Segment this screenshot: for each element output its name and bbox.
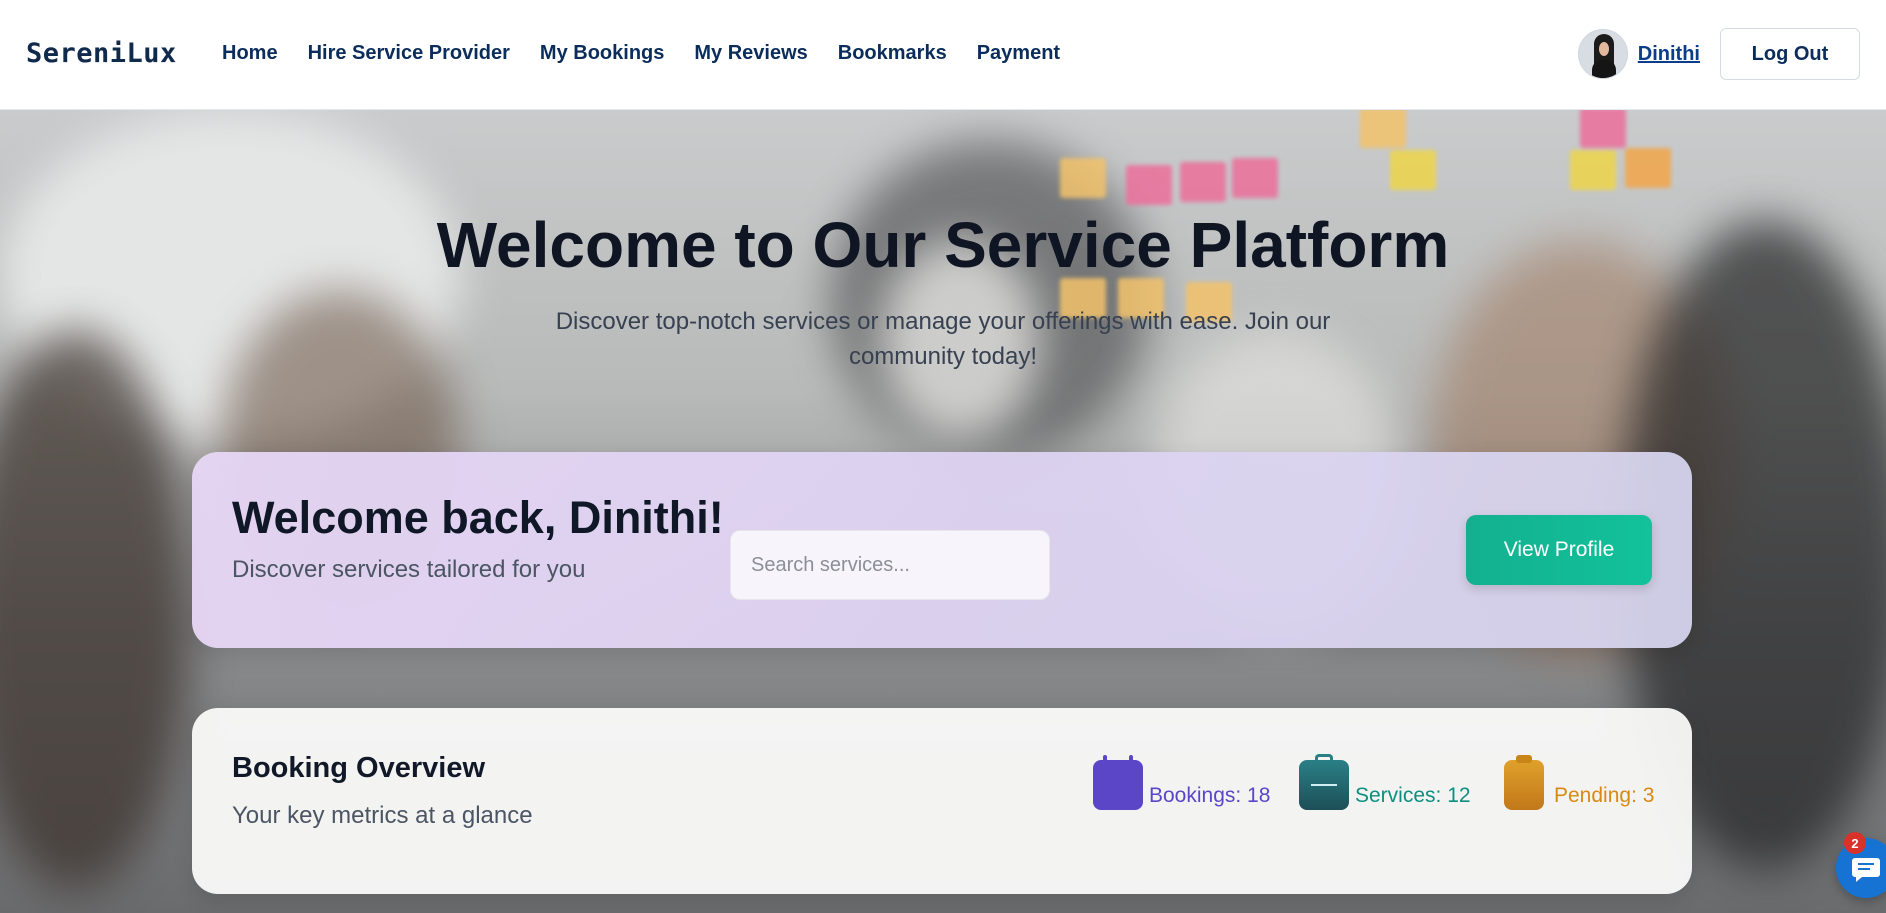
- metric-pending: Pending: 3: [1504, 755, 1655, 810]
- welcome-card: Welcome back, Dinithi! Discover services…: [192, 452, 1692, 648]
- briefcase-icon: [1299, 754, 1349, 810]
- nav-my-bookings[interactable]: My Bookings: [540, 42, 664, 65]
- hero-title: Welcome to Our Service Platform: [436, 209, 1450, 281]
- hero-subtitle: Discover top-notch services or manage yo…: [555, 308, 1331, 370]
- booking-overview-card: Booking Overview Your key metrics at a g…: [192, 708, 1692, 894]
- bookings-count: Bookings: 18: [1149, 784, 1271, 807]
- clipboard-icon: [1504, 755, 1544, 810]
- overview-subtitle: Your key metrics at a glance: [232, 802, 533, 829]
- brand-logo[interactable]: SereniLux: [26, 38, 177, 69]
- pending-count: Pending: 3: [1554, 784, 1655, 807]
- nav-home[interactable]: Home: [222, 42, 278, 65]
- chat-badge: 2: [1844, 832, 1866, 854]
- nav-hire-service-provider[interactable]: Hire Service Provider: [308, 42, 510, 65]
- user-name-link[interactable]: Dinithi: [1638, 43, 1700, 66]
- user-area: Dinithi Log Out: [1577, 28, 1860, 80]
- welcome-title: Welcome back, Dinithi!: [232, 492, 724, 543]
- metric-services: Services: 12: [1299, 754, 1471, 810]
- calendar-icon: [1093, 755, 1143, 810]
- top-navbar: SereniLux Home Hire Service Provider My …: [0, 0, 1886, 110]
- nav-bookmarks[interactable]: Bookmarks: [838, 42, 947, 65]
- overview-title: Booking Overview: [232, 752, 486, 784]
- logout-button[interactable]: Log Out: [1720, 28, 1860, 80]
- services-count: Services: 12: [1355, 784, 1471, 807]
- avatar[interactable]: [1577, 29, 1628, 79]
- nav-payment[interactable]: Payment: [977, 42, 1060, 65]
- view-profile-button[interactable]: View Profile: [1466, 515, 1652, 585]
- main-menu: Home Hire Service Provider My Bookings M…: [222, 42, 1090, 65]
- welcome-subtitle: Discover services tailored for you: [232, 556, 586, 583]
- metric-bookings: Bookings: 18: [1093, 755, 1271, 810]
- nav-my-reviews[interactable]: My Reviews: [694, 42, 807, 65]
- search-input[interactable]: [730, 530, 1050, 600]
